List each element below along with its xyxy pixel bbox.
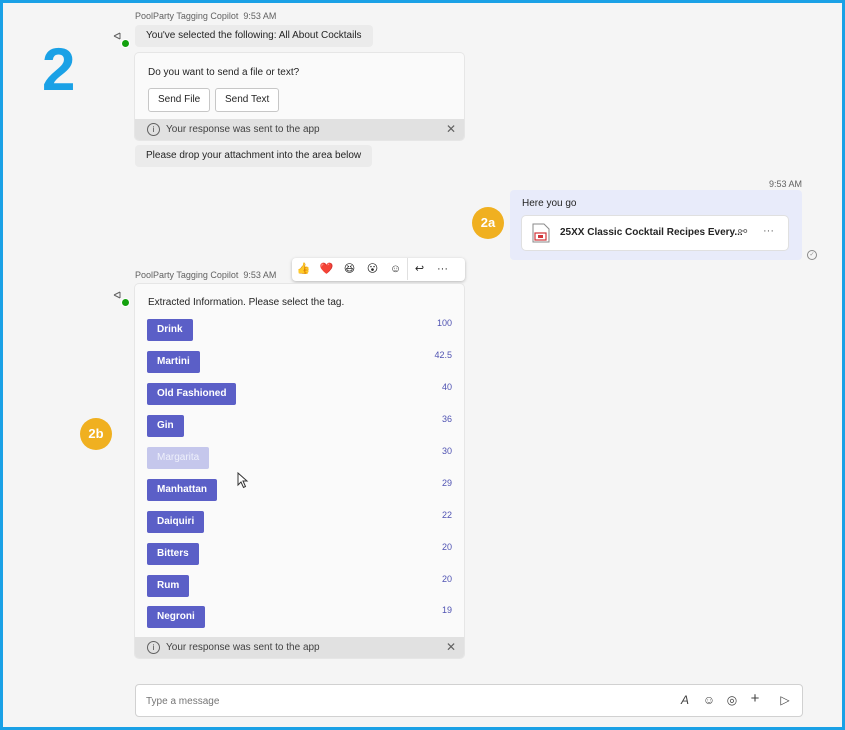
send-file-button[interactable]: Send File [148, 88, 211, 112]
close-icon[interactable]: ✕ [446, 119, 456, 140]
message-header: PoolParty Tagging Copilot 9:53 AM [135, 11, 276, 21]
file-attachment[interactable]: 25XX Classic Cocktail Recipes Every... ⚯… [522, 216, 788, 250]
card-question: Do you want to send a file or text? [148, 67, 300, 78]
tag-button[interactable]: Negroni [147, 606, 205, 628]
user-message-text: Here you go [522, 198, 577, 209]
reaction-bar: 👍 ❤️ 😆 😮 ☺ ↩ ··· [292, 258, 465, 281]
tag-button[interactable]: Margarita [147, 447, 210, 469]
read-receipt-icon: ✓ [807, 250, 817, 260]
message-time: 9:53 AM [243, 11, 277, 21]
tag-score: 19 [441, 605, 452, 615]
tag-button[interactable]: Rum [147, 575, 190, 597]
mouse-cursor-icon [237, 472, 249, 489]
tag-score: 42.5 [434, 350, 452, 360]
sender-name: PoolParty Tagging Copilot [135, 11, 239, 21]
tag-score: 30 [441, 446, 452, 456]
status-available-icon [121, 39, 130, 48]
tag-score: 40 [441, 382, 452, 392]
heart-reaction-icon[interactable]: ❤️ [315, 258, 338, 280]
tag-score: 20 [441, 542, 452, 552]
selection-message: You've selected the following: All About… [135, 25, 373, 47]
file-name: 25XX Classic Cocktail Recipes Every... [560, 227, 743, 238]
tag-button[interactable]: Martini [147, 351, 200, 373]
user-message-time: 9:53 AM [769, 179, 803, 189]
tag-score: 100 [436, 318, 452, 328]
info-icon: i [147, 123, 160, 136]
tag-button[interactable]: Old Fashioned [147, 383, 237, 405]
sender-name: PoolParty Tagging Copilot [135, 270, 239, 280]
tag-button[interactable]: Gin [147, 415, 184, 437]
card-title: Extracted Information. Please select the… [148, 297, 345, 308]
more-options-icon[interactable]: ··· [763, 225, 774, 237]
step-number: 2 [42, 36, 76, 103]
surprised-reaction-icon[interactable]: 😮 [361, 258, 384, 280]
thumbs-up-reaction-icon[interactable]: 👍 [292, 258, 315, 280]
response-sent-bar: i Your response was sent to the app ✕ [135, 637, 464, 658]
message-input[interactable] [144, 691, 668, 711]
bot-avatar [112, 30, 130, 49]
tag-score: 29 [441, 478, 452, 488]
tag-button[interactable]: Manhattan [147, 479, 217, 501]
more-actions-icon[interactable]: ··· [431, 258, 454, 280]
drop-instruction-message: Please drop your attachment into the are… [135, 145, 373, 167]
format-icon[interactable]: A [677, 693, 693, 707]
tag-button[interactable]: Bitters [147, 543, 199, 565]
close-icon[interactable]: ✕ [446, 637, 456, 658]
add-reaction-icon[interactable]: ☺ [384, 258, 407, 280]
step-badge-2b: 2b [80, 418, 112, 450]
tag-score: 36 [441, 414, 452, 424]
step-badge-2a: 2a [472, 207, 504, 239]
laugh-reaction-icon[interactable]: 😆 [338, 258, 361, 280]
send-icon[interactable]: ▷ [777, 693, 793, 707]
status-available-icon [121, 298, 130, 307]
response-sent-text: Your response was sent to the app [166, 124, 320, 135]
tag-selection-card: Extracted Information. Please select the… [135, 284, 464, 658]
user-message-bubble: Here you go 25XX Classic Cocktail Recipe… [510, 190, 802, 260]
message-composer: A ☺ ◎ + ▷ [135, 684, 803, 717]
message-header: PoolParty Tagging Copilot 9:53 AM [135, 270, 276, 280]
tag-button[interactable]: Drink [147, 319, 193, 341]
link-icon[interactable]: ⚯ [738, 225, 747, 238]
info-icon: i [147, 641, 160, 654]
emoji-icon[interactable]: ☺ [701, 693, 717, 707]
response-sent-text: Your response was sent to the app [166, 642, 320, 653]
reply-icon[interactable]: ↩ [407, 258, 431, 280]
bot-avatar [112, 289, 130, 308]
send-text-button[interactable]: Send Text [215, 88, 280, 112]
file-icon [532, 223, 550, 243]
loop-icon[interactable]: ◎ [724, 693, 740, 707]
add-icon[interactable]: + [747, 690, 763, 707]
response-sent-bar: i Your response was sent to the app ✕ [135, 119, 464, 140]
tag-score: 20 [441, 574, 452, 584]
tag-button[interactable]: Daiquiri [147, 511, 205, 533]
message-time: 9:53 AM [243, 270, 277, 280]
tag-score: 22 [441, 510, 452, 520]
file-or-text-card: Do you want to send a file or text? Send… [135, 53, 464, 140]
